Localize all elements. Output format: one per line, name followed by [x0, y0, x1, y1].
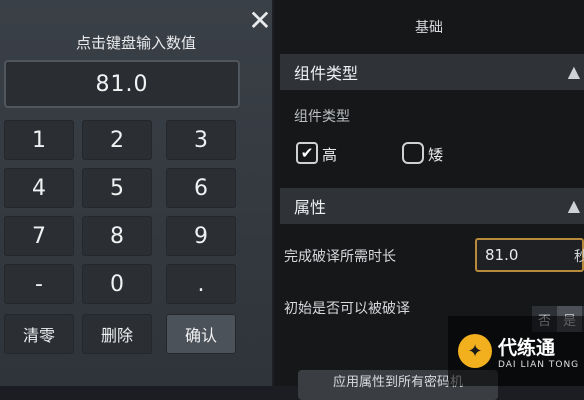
chevron-up-icon[interactable]: ▲	[568, 196, 580, 215]
key-decimal[interactable]: .	[166, 264, 236, 304]
crackable-label: 初始是否可以被破译	[284, 301, 410, 317]
section-component-type[interactable]: 组件类型 ▲	[280, 54, 584, 90]
key-4[interactable]: 4	[4, 168, 74, 208]
confirm-button[interactable]: 确认	[166, 314, 236, 354]
component-type-label: 组件类型	[294, 109, 350, 125]
watermark: ✦ 代练通 DAI LIAN TONG	[448, 316, 584, 386]
duration-input[interactable]: 81.0	[475, 238, 584, 272]
key-5[interactable]: 5	[82, 168, 152, 208]
section-title: 组件类型	[294, 64, 359, 83]
key-6[interactable]: 6	[166, 168, 236, 208]
key-minus[interactable]: -	[4, 264, 74, 304]
key-1[interactable]: 1	[4, 120, 74, 160]
key-8[interactable]: 8	[82, 216, 152, 256]
watermark-logo-icon: ✦	[458, 334, 492, 368]
keypad-display: 81.0	[4, 60, 240, 108]
numeric-keypad-panel: 点击键盘输入数值 81.0 1 2 3 4 5 6 7 8 9 - 0 . 清零…	[0, 0, 274, 386]
key-7[interactable]: 7	[4, 216, 74, 256]
clear-button[interactable]: 清零	[4, 314, 74, 354]
section-attributes[interactable]: 属性 ▲	[280, 188, 584, 224]
checkbox-tall[interactable]: ✔	[296, 142, 318, 164]
option-short-label: 矮	[428, 146, 444, 164]
keypad-title: 点击键盘输入数值	[75, 34, 196, 52]
watermark-text: 代练通	[498, 336, 556, 359]
duration-label: 完成破译所需时长	[284, 249, 396, 265]
key-9[interactable]: 9	[166, 216, 236, 256]
duration-unit: 秒	[574, 249, 584, 265]
key-0[interactable]: 0	[82, 264, 152, 304]
close-icon[interactable]: ✕	[244, 4, 276, 37]
watermark-subtext: DAI LIAN TONG	[498, 359, 580, 370]
checkbox-short[interactable]	[402, 142, 424, 164]
option-tall-label: 高	[322, 146, 338, 164]
delete-button[interactable]: 删除	[82, 314, 152, 354]
key-3[interactable]: 3	[166, 120, 236, 160]
chevron-up-icon[interactable]: ▲	[568, 62, 580, 81]
tab-basic[interactable]: 基础	[274, 14, 584, 42]
section-title: 属性	[294, 198, 327, 217]
key-2[interactable]: 2	[82, 120, 152, 160]
